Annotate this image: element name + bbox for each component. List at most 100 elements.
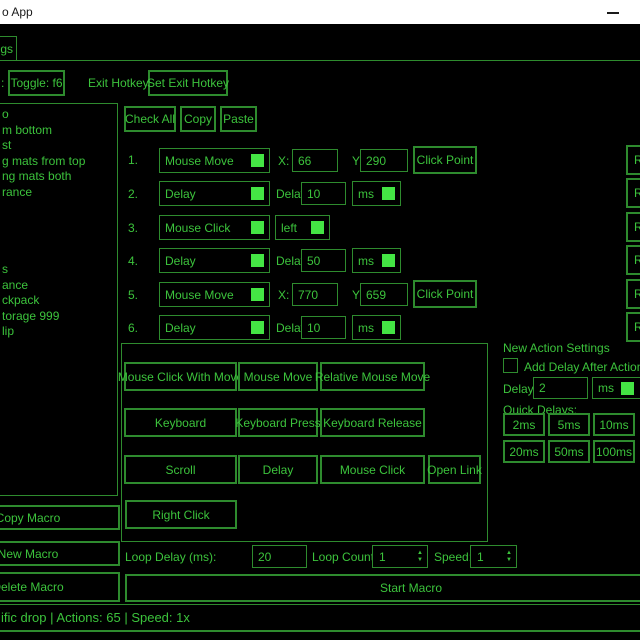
open-link-button[interactable]: Open Link [428,455,481,484]
remove-action-button[interactable]: R [626,312,640,342]
new-macro-button[interactable]: New Macro [0,541,120,566]
remove-action-button[interactable]: R [626,178,640,208]
copy-macro-button[interactable]: Copy Macro [0,505,120,530]
new-action-settings-title: New Action Settings [503,341,610,355]
y-input[interactable] [360,283,408,306]
click-point-button[interactable]: Click Point [413,146,477,174]
action-type-dropdown[interactable]: Delay [159,181,270,206]
action-type-dropdown[interactable]: Delay [159,248,270,273]
mouse-move-button[interactable]: Mouse Move [238,362,318,391]
delay-unit-dropdown[interactable]: ms [352,248,401,273]
speed-label: Speed: [434,545,472,568]
keyboard-button[interactable]: Keyboard [124,408,237,437]
action-type-dropdown[interactable]: Mouse Move [159,148,270,173]
minimize-icon[interactable] [607,12,619,14]
action-number: 3. [128,221,138,235]
mouse-click-button[interactable]: Mouse Click [320,455,425,484]
remove-action-button[interactable]: R [626,245,640,275]
macro-list-item[interactable]: ance [2,278,117,294]
remove-action-button[interactable]: R [626,212,640,242]
macro-list-item[interactable]: rance [2,185,117,201]
macro-list-item[interactable]: o [2,107,117,123]
delay-input[interactable] [301,182,346,205]
toggle-hotkey-button[interactable]: Toggle: f6 [8,70,65,96]
action-number: 5. [128,288,138,302]
dropdown-indicator-icon [621,382,634,395]
macro-list-item[interactable]: ckpack [2,293,117,309]
macro-list-item[interactable] [2,216,117,232]
macro-list-item[interactable]: ng mats both [2,169,117,185]
action-type-value: Delay [165,254,196,268]
loop-count-stepper[interactable]: 1 ▲▼ [372,545,428,568]
loop-delay-input[interactable] [252,545,307,568]
dropdown-indicator-icon [251,254,264,267]
macro-list-item[interactable] [2,200,117,216]
action-type-value: Delay [165,187,196,201]
paste-button[interactable]: Paste [220,106,257,132]
macro-list-item[interactable] [2,231,117,247]
x-input[interactable] [292,149,338,172]
quick-delay-10ms-button[interactable]: 10ms [593,413,635,436]
status-bar: ific drop | Actions: 65 | Speed: 1x [0,604,640,632]
unit-value: ms [358,321,374,335]
action-number: 4. [128,254,138,268]
tab-settings[interactable]: gs [0,36,17,61]
x-input[interactable] [292,283,338,306]
delete-macro-button[interactable]: Delete Macro [0,572,120,602]
exit-hotkey-label: Exit Hotkey: [88,76,152,90]
dropdown-indicator-icon [251,154,264,167]
remove-action-button[interactable]: R [626,279,640,309]
macro-list-item[interactable] [2,247,117,263]
add-delay-checkbox-label: Add Delay After Action [524,360,640,374]
spin-down-icon[interactable]: ▼ [417,558,423,563]
spin-down-icon[interactable]: ▼ [506,558,512,563]
macro-list-item[interactable]: m bottom [2,123,117,139]
macro-list-item[interactable]: st [2,138,117,154]
right-click-button[interactable]: Right Click [125,500,237,529]
quick-delay-20ms-button[interactable]: 20ms [503,440,545,463]
scroll-button[interactable]: Scroll [124,455,237,484]
loop-count-label: Loop Count: [312,545,377,568]
add-delay-checkbox[interactable] [503,358,518,373]
remove-action-button[interactable]: R [626,145,640,175]
spin-up-icon[interactable]: ▲ [417,551,423,556]
check-all-button[interactable]: Check All [124,106,176,132]
delay-unit-dropdown[interactable]: ms [352,315,401,340]
delay-unit-dropdown[interactable]: ms [352,181,401,206]
new-action-unit-dropdown[interactable]: ms [592,377,640,399]
new-action-delay-input[interactable] [533,377,588,399]
keyboard-press-button[interactable]: Keyboard Press [238,408,318,437]
delay-input[interactable] [301,316,346,339]
delay-input[interactable] [301,249,346,272]
quick-delay-50ms-button[interactable]: 50ms [548,440,590,463]
macro-list-item[interactable]: lip [2,324,117,340]
start-macro-button[interactable]: Start Macro [125,574,640,602]
dropdown-indicator-icon [251,221,264,234]
keyboard-release-button[interactable]: Keyboard Release [320,408,425,437]
macro-list-item[interactable]: s [2,262,117,278]
speed-stepper[interactable]: 1 ▲▼ [470,545,517,568]
copy-button[interactable]: Copy [180,106,216,132]
action-number: 2. [128,187,138,201]
y-input[interactable] [360,149,408,172]
spin-up-icon[interactable]: ▲ [506,551,512,556]
unit-value: ms [358,254,374,268]
action-type-dropdown[interactable]: Mouse Click [159,215,270,240]
mouse-click-with-move-button[interactable]: Mouse Click With Move [124,362,237,391]
dropdown-indicator-icon [382,321,395,334]
macro-list-item[interactable]: g mats from top [2,154,117,170]
click-point-button[interactable]: Click Point [413,280,477,308]
action-type-dropdown[interactable]: Mouse Move [159,282,270,307]
quick-delay-5ms-button[interactable]: 5ms [548,413,590,436]
app-window: o App gs : Toggle: f6 Exit Hotkey: Set E… [0,0,640,640]
delay-button[interactable]: Delay [238,455,318,484]
quick-delay-100ms-button[interactable]: 100ms [593,440,635,463]
window-title: o App [2,5,33,19]
action-type-dropdown[interactable]: Delay [159,315,270,340]
dropdown-indicator-icon [251,288,264,301]
relative-mouse-move-button[interactable]: Relative Mouse Move [320,362,425,391]
macro-list-item[interactable]: torage 999 [2,309,117,325]
quick-delay-2ms-button[interactable]: 2ms [503,413,545,436]
set-exit-hotkey-button[interactable]: Set Exit Hotkey [148,70,228,96]
mouse-button-dropdown[interactable]: left [275,215,330,240]
